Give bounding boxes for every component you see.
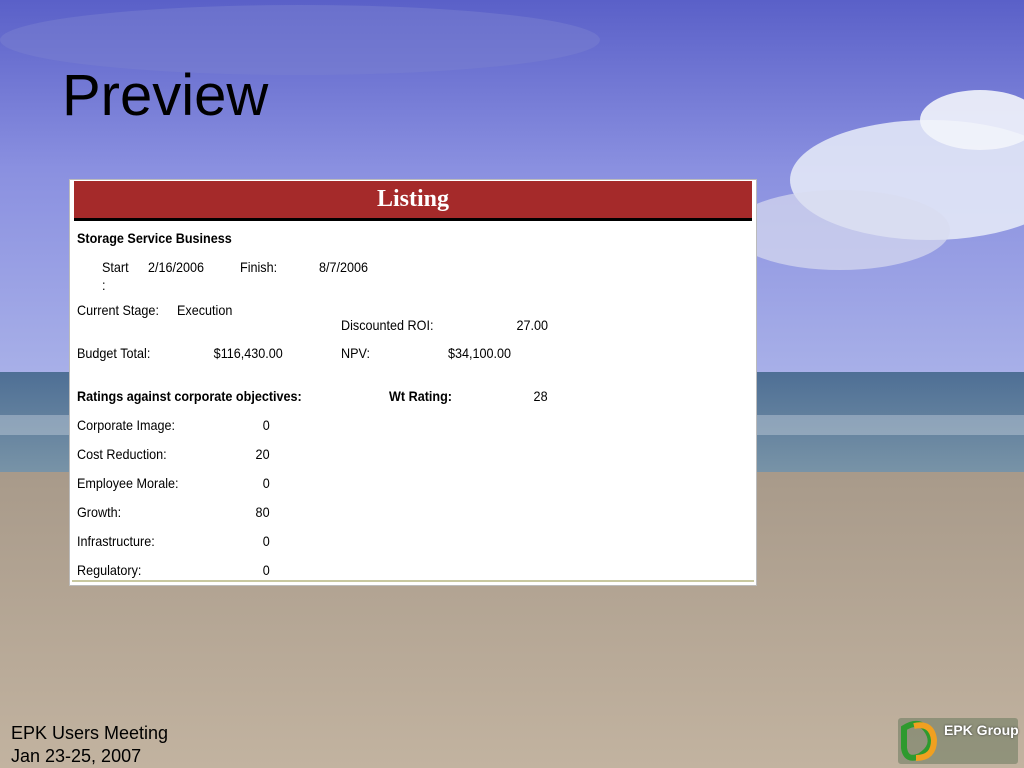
start-colon: : (102, 277, 106, 293)
budget-total-value: $116,430.00 (213, 345, 283, 361)
rating-label-infrastructure: Infrastructure: (77, 533, 155, 549)
npv-label: NPV: (341, 345, 370, 361)
panel-bottom-border (72, 580, 754, 582)
finish-value: 8/7/2006 (319, 259, 369, 275)
slide-title: Preview (62, 63, 269, 128)
rating-value-regulatory: 0 (262, 562, 270, 578)
rating-label-regulatory: Regulatory: (77, 562, 142, 578)
start-label: Start (102, 259, 129, 275)
logo-wordmark: EPK Group (944, 722, 1019, 738)
current-stage-value: Execution (177, 302, 233, 318)
discounted-roi-label: Discounted ROI: (341, 317, 434, 333)
listing-panel: Listing Storage Service Business Start :… (69, 179, 757, 586)
rating-value-employee-morale: 0 (262, 475, 270, 491)
rating-label-employee-morale: Employee Morale: (77, 475, 179, 491)
ratings-heading: Ratings against corporate objectives: (77, 388, 302, 404)
project-name: Storage Service Business (77, 230, 232, 246)
footer-event-dates: Jan 23-25, 2007 (11, 746, 142, 766)
discounted-roi-value: 27.00 (516, 317, 548, 333)
start-value: 2/16/2006 (148, 259, 205, 275)
rating-value-growth: 80 (255, 504, 270, 520)
rating-value-corporate-image: 0 (262, 417, 270, 433)
current-stage-label: Current Stage: (77, 302, 159, 318)
rating-label-cost-reduction: Cost Reduction: (77, 446, 167, 462)
footer-event-name: EPK Users Meeting (11, 723, 169, 743)
wt-rating-label: Wt Rating: (389, 388, 452, 404)
budget-total-label: Budget Total: (77, 345, 151, 361)
rating-label-corporate-image: Corporate Image: (77, 417, 176, 433)
npv-value: $34,100.00 (447, 345, 511, 361)
wt-rating-value: 28 (533, 388, 548, 404)
rating-label-growth: Growth: (77, 504, 122, 520)
rating-value-infrastructure: 0 (262, 533, 270, 549)
listing-header: Listing (74, 181, 752, 221)
finish-label: Finish: (240, 259, 278, 275)
rating-value-cost-reduction: 20 (255, 446, 270, 462)
